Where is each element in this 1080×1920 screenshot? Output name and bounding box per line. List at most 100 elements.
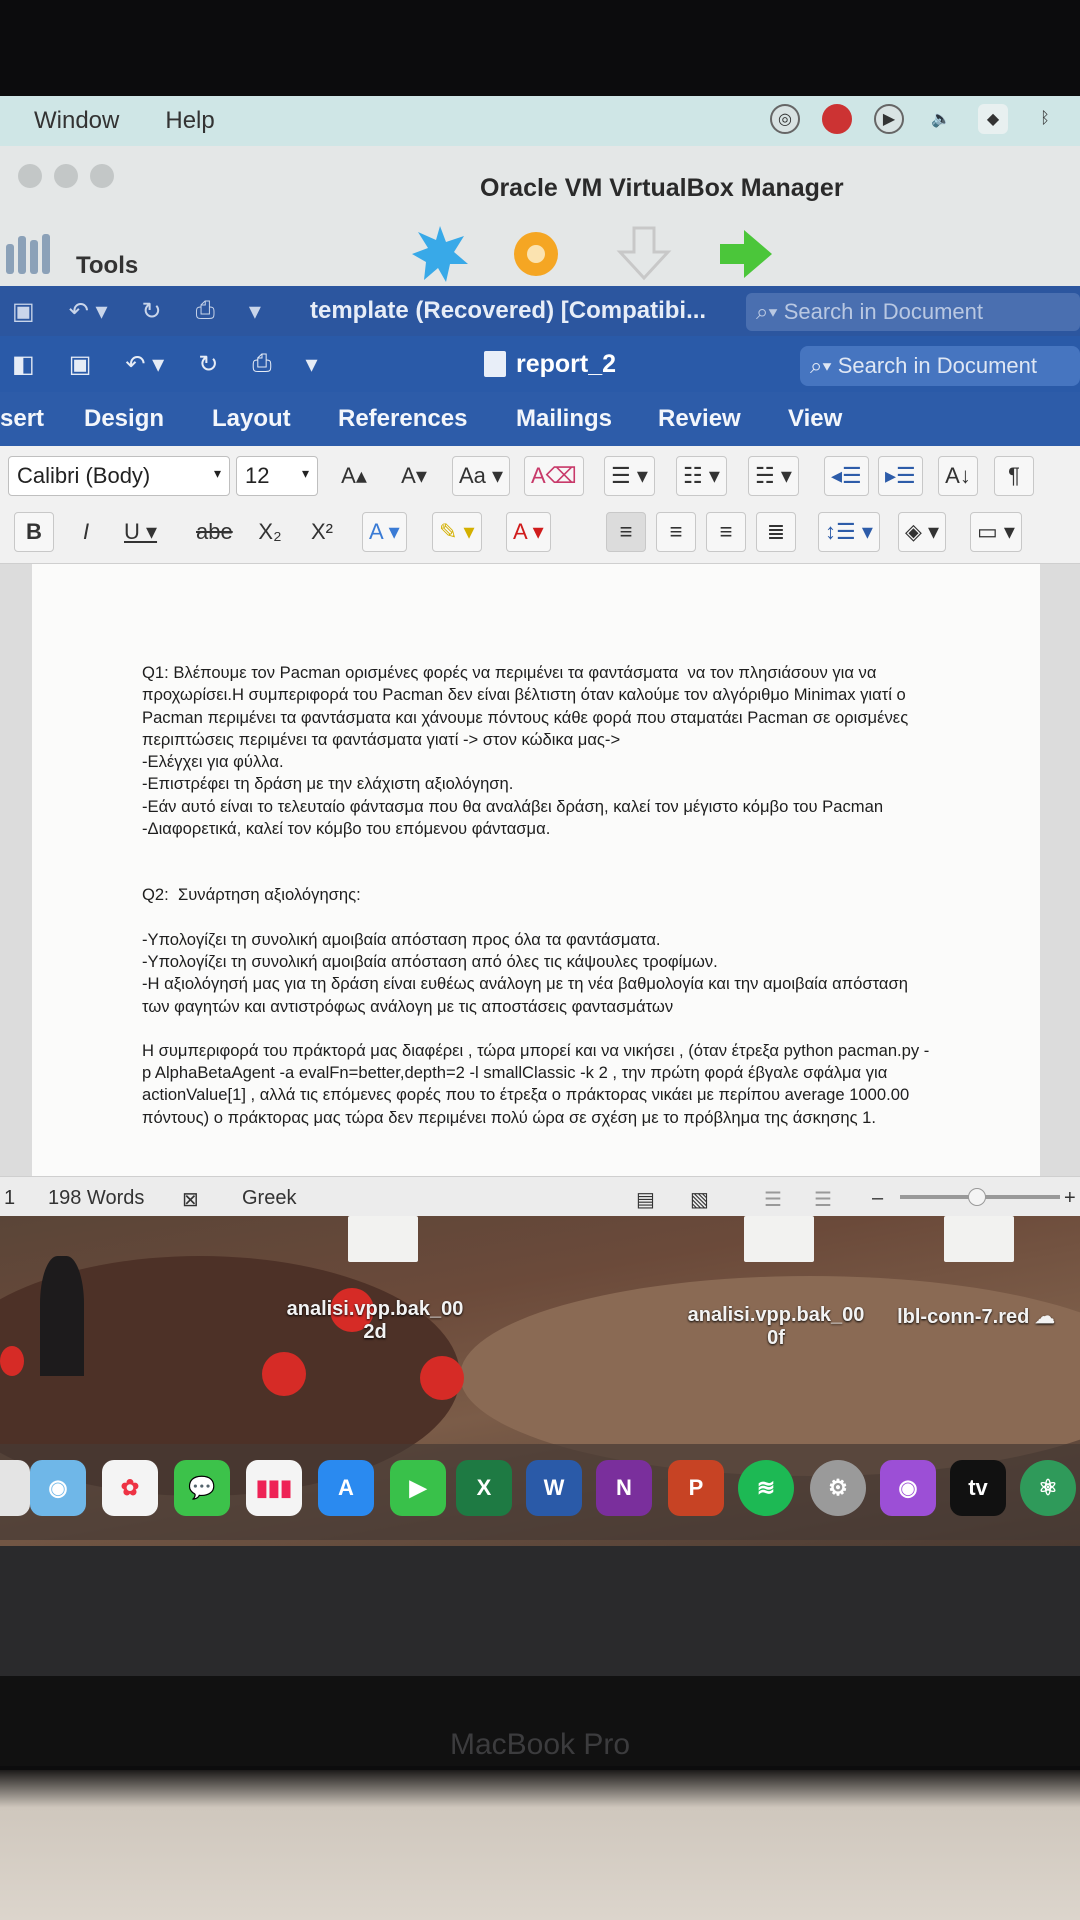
underline-button[interactable]: U ▾ [118, 512, 163, 552]
highlight-color-icon[interactable]: ✎ ▾ [432, 512, 482, 552]
tab-design[interactable]: Design [84, 405, 164, 433]
sidebar-icon[interactable]: ◧ [12, 350, 35, 379]
template-search-field[interactable]: ⌕▾ Search in Document [746, 293, 1080, 331]
desktop-file-icon[interactable] [744, 1216, 814, 1262]
menu-help[interactable]: Help [165, 107, 214, 135]
justify-button[interactable]: ≣ [756, 512, 796, 552]
powerpoint-app-icon[interactable]: P [668, 1460, 724, 1516]
bullets-icon[interactable]: ☰ ▾ [604, 456, 655, 496]
onenote-app-icon[interactable]: N [596, 1460, 652, 1516]
menu-window[interactable]: Window [34, 107, 119, 135]
system-preferences-icon[interactable]: ⚙ [810, 1460, 866, 1516]
desktop-file-label[interactable]: analisi.vpp.bak_00 2d [270, 1298, 480, 1344]
subscript-button[interactable]: X₂ [250, 512, 290, 552]
report-search-field[interactable]: ⌕▾ Search in Document [800, 346, 1080, 386]
new-vm-icon[interactable] [410, 224, 470, 284]
tab-mailings[interactable]: Mailings [516, 405, 612, 433]
shrink-font-button[interactable]: A▾ [394, 456, 434, 496]
font-size-dropdown[interactable]: 12 ▾ [236, 456, 318, 496]
multilevel-list-icon[interactable]: ☵ ▾ [748, 456, 799, 496]
discard-arrow-icon[interactable] [614, 224, 674, 284]
redo-icon[interactable]: ↻ [142, 297, 162, 326]
bold-button[interactable]: B [14, 512, 54, 552]
grow-font-button[interactable]: A▴ [334, 456, 374, 496]
align-left-button[interactable]: ≡ [606, 512, 646, 552]
spotify-app-icon[interactable]: ≋ [738, 1460, 794, 1516]
numbers-app-icon[interactable]: ▮▮▮ [246, 1460, 302, 1516]
close-button[interactable] [18, 164, 42, 188]
draft-icon[interactable]: ☰ [814, 1187, 832, 1212]
change-case-button[interactable]: Aa ▾ [452, 456, 511, 496]
maps-app-icon[interactable]: ◉ [30, 1460, 86, 1516]
zoom-out-icon[interactable]: – [872, 1187, 883, 1210]
desktop-file-icon[interactable] [944, 1216, 1014, 1262]
apple-tv-app-icon[interactable]: tv [950, 1460, 1006, 1516]
text-effects-icon[interactable]: A ▾ [362, 512, 407, 552]
play-icon[interactable]: ▶ [874, 104, 904, 134]
decrease-indent-icon[interactable]: ◂☰ [824, 456, 869, 496]
print-icon[interactable]: ⎙ [252, 350, 271, 379]
redo-icon[interactable]: ↻ [198, 350, 218, 379]
font-color-icon[interactable]: A ▾ [506, 512, 551, 552]
tab-references[interactable]: References [338, 405, 467, 433]
notification-icon[interactable]: ◆ [978, 104, 1008, 134]
atom-app-icon[interactable]: ⚛ [1020, 1460, 1076, 1516]
zoom-button[interactable] [90, 164, 114, 188]
undo-icon[interactable]: ↶ ▾ [69, 297, 108, 326]
tools-icon[interactable] [6, 234, 66, 274]
dock-app-partial[interactable] [0, 1460, 30, 1516]
paragraph-marks-icon[interactable]: ¶ [994, 456, 1034, 496]
tools-label[interactable]: Tools [76, 252, 138, 280]
photos-app-icon[interactable]: ✿ [102, 1460, 158, 1516]
app-status-icon[interactable] [822, 104, 852, 134]
print-icon[interactable]: ⎙ [196, 297, 215, 326]
increase-indent-icon[interactable]: ▸☰ [878, 456, 923, 496]
borders-icon[interactable]: ▭ ▾ [970, 512, 1022, 552]
word-count[interactable]: 198 Words [48, 1187, 144, 1210]
creative-cloud-icon[interactable]: ◎ [770, 104, 800, 134]
minimize-button[interactable] [54, 164, 78, 188]
zoom-in-icon[interactable]: + [1064, 1187, 1076, 1210]
tab-review[interactable]: Review [658, 405, 741, 433]
document-page[interactable]: Q1: Βλέπουμε τον Pacman ορισμένες φορές … [32, 564, 1040, 1176]
proofing-icon[interactable]: ⊠ [182, 1187, 199, 1212]
tab-view[interactable]: View [788, 405, 842, 433]
facetime-app-icon[interactable]: ▶ [390, 1460, 446, 1516]
desktop-file-icon[interactable] [348, 1216, 418, 1262]
font-name-dropdown[interactable]: Calibri (Body) ▾ [8, 456, 230, 496]
settings-gear-icon[interactable] [506, 224, 566, 284]
messages-app-icon[interactable]: 💬 [174, 1460, 230, 1516]
sort-icon[interactable]: A↓ [938, 456, 978, 496]
tab-insert[interactable]: sert [0, 405, 44, 433]
word-app-icon[interactable]: W [526, 1460, 582, 1516]
bluetooth-icon[interactable]: ᛒ [1030, 104, 1060, 134]
print-layout-icon[interactable]: ▤ [636, 1187, 655, 1212]
app-store-icon[interactable]: A [318, 1460, 374, 1516]
excel-app-icon[interactable]: X [456, 1460, 512, 1516]
shading-icon[interactable]: ◈ ▾ [898, 512, 947, 552]
save-icon[interactable]: ▣ [12, 297, 35, 326]
superscript-button[interactable]: X² [302, 512, 342, 552]
align-center-button[interactable]: ≡ [656, 512, 696, 552]
clear-formatting-icon[interactable]: A⌫ [524, 456, 584, 496]
desktop-file-label[interactable]: analisi.vpp.bak_00 0f [676, 1304, 876, 1350]
tab-layout[interactable]: Layout [212, 405, 291, 433]
language-indicator[interactable]: Greek [242, 1187, 296, 1210]
podcasts-app-icon[interactable]: ◉ [880, 1460, 936, 1516]
align-right-button[interactable]: ≡ [706, 512, 746, 552]
strikethrough-button[interactable]: abe [190, 512, 239, 552]
numbering-icon[interactable]: ☷ ▾ [676, 456, 727, 496]
customize-icon[interactable]: ▾ [249, 297, 261, 326]
customize-icon[interactable]: ▾ [306, 350, 318, 379]
save-icon[interactable]: ▣ [69, 350, 92, 379]
page-indicator[interactable]: 1 [4, 1187, 15, 1210]
undo-icon[interactable]: ↶ ▾ [125, 350, 164, 379]
document-body[interactable]: Q1: Βλέπουμε τον Pacman ορισμένες φορές … [142, 662, 932, 1129]
start-arrow-icon[interactable] [716, 224, 776, 284]
line-spacing-icon[interactable]: ↕☰ ▾ [818, 512, 880, 552]
zoom-slider-handle[interactable] [968, 1188, 986, 1206]
web-layout-icon[interactable]: ▧ [690, 1187, 709, 1212]
desktop-file-label[interactable]: lbl-conn-7.red ☁ [886, 1304, 1066, 1329]
outline-icon[interactable]: ☰ [764, 1187, 782, 1212]
italic-button[interactable]: I [66, 512, 106, 552]
